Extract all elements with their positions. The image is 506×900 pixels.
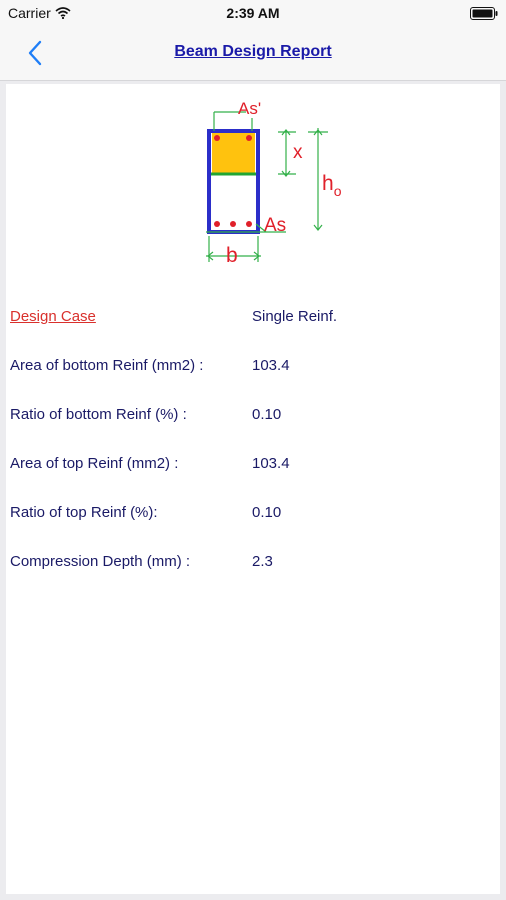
page-title: Beam Design Report — [174, 43, 332, 60]
bottom-reinf-ratio-value: 0.10 — [252, 406, 282, 423]
compression-depth-label: x — [293, 142, 303, 163]
top-reinf-ratio-value: 0.10 — [252, 504, 282, 521]
effective-depth-symbol: h — [322, 172, 334, 195]
status-bar: Carrier 2:39 AM — [0, 0, 506, 26]
clock: 2:39 AM — [226, 5, 280, 21]
report-row: Area of top Reinf (mm2) : 103.4 — [10, 455, 498, 477]
top-reinf-ratio-label: Ratio of top Reinf (%): — [10, 504, 158, 521]
top-rebar — [214, 135, 220, 141]
compression-depth-row-label: Compression Depth (mm) : — [10, 553, 191, 570]
report-panel: As' x ho As b Design Case Single Reinf. … — [6, 84, 500, 894]
design-case-row: Design Case Single Reinf. — [10, 308, 498, 330]
width-label: b — [226, 244, 238, 267]
top-reinf-area-label: Area of top Reinf (mm2) : — [10, 455, 179, 472]
bottom-rebar — [214, 221, 220, 227]
top-steel-label: As' — [238, 99, 261, 118]
report-row: Compression Depth (mm) : 2.3 — [10, 553, 498, 575]
design-case-link[interactable]: Design Case — [10, 308, 96, 325]
bottom-rebar — [246, 221, 252, 227]
bottom-reinf-area-label: Area of bottom Reinf (mm2) : — [10, 357, 204, 374]
effective-depth-subscript: o — [334, 183, 342, 199]
effective-depth-label: ho — [322, 172, 342, 199]
design-case-value: Single Reinf. — [252, 308, 338, 325]
report-row: Ratio of top Reinf (%): 0.10 — [10, 504, 498, 526]
top-rebar — [246, 135, 252, 141]
bottom-steel-label: As — [264, 215, 286, 236]
beam-section-diagram: As' x ho As b — [206, 99, 342, 267]
battery-icon — [470, 7, 498, 20]
navigation-bar: Beam Design Report — [0, 26, 506, 81]
top-reinf-area-value: 103.4 — [252, 455, 290, 472]
compression-depth-row-value: 2.3 — [252, 553, 273, 570]
report-row: Ratio of bottom Reinf (%) : 0.10 — [10, 406, 498, 428]
report-row: Area of bottom Reinf (mm2) : 103.4 — [10, 357, 498, 379]
bottom-reinf-area-value: 103.4 — [252, 357, 290, 374]
bottom-rebar — [230, 221, 236, 227]
bottom-reinf-ratio-label: Ratio of bottom Reinf (%) : — [10, 406, 187, 423]
